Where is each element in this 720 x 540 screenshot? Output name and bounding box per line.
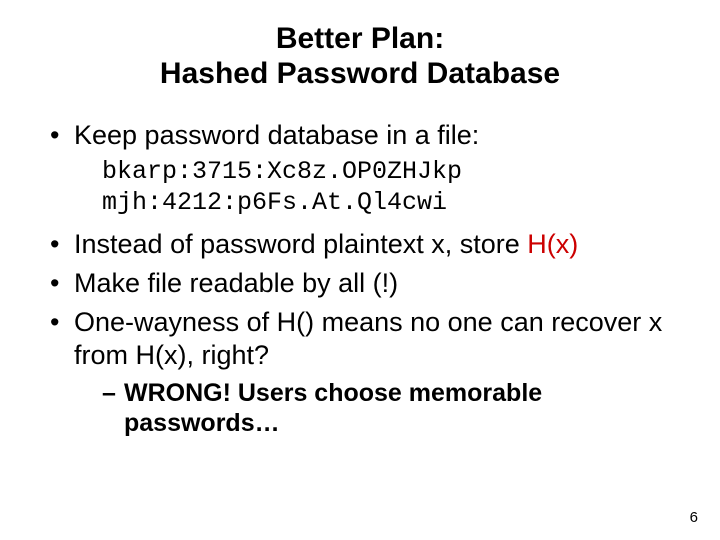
bullet-2-hx: H(x) <box>527 229 578 259</box>
slide-title: Better Plan: Hashed Password Database <box>28 22 692 91</box>
bullet-1: Keep password database in a file: bkarp:… <box>50 119 692 218</box>
sub-bullet-1: WRONG! Users choose memorable passwords… <box>102 378 692 438</box>
sub-list: WRONG! Users choose memorable passwords… <box>102 378 692 438</box>
title-line-1: Better Plan: <box>276 22 444 55</box>
code-line-1: bkarp:3715:Xc8z.OP0ZHJkp <box>102 157 462 186</box>
bullet-list: Keep password database in a file: bkarp:… <box>28 119 692 438</box>
sub-bullet-1-text: WRONG! Users choose memorable passwords… <box>124 379 542 437</box>
bullet-3: Make file readable by all (!) <box>50 267 692 300</box>
bullet-2: Instead of password plaintext x, store H… <box>50 228 692 261</box>
bullet-4-text: One-wayness of H() means no one can reco… <box>74 307 662 370</box>
bullet-2-text: Instead of password plaintext x, store <box>74 229 527 259</box>
bullet-1-text: Keep password database in a file: <box>74 120 479 150</box>
page-number: 6 <box>690 509 698 526</box>
title-line-2: Hashed Password Database <box>160 57 560 90</box>
slide: Better Plan: Hashed Password Database Ke… <box>0 0 720 540</box>
bullet-3-text: Make file readable by all (!) <box>74 268 398 298</box>
bullet-4: One-wayness of H() means no one can reco… <box>50 306 692 438</box>
code-block: bkarp:3715:Xc8z.OP0ZHJkp mjh:4212:p6Fs.A… <box>102 156 692 219</box>
code-line-2: mjh:4212:p6Fs.At.Ql4cwi <box>102 188 447 217</box>
